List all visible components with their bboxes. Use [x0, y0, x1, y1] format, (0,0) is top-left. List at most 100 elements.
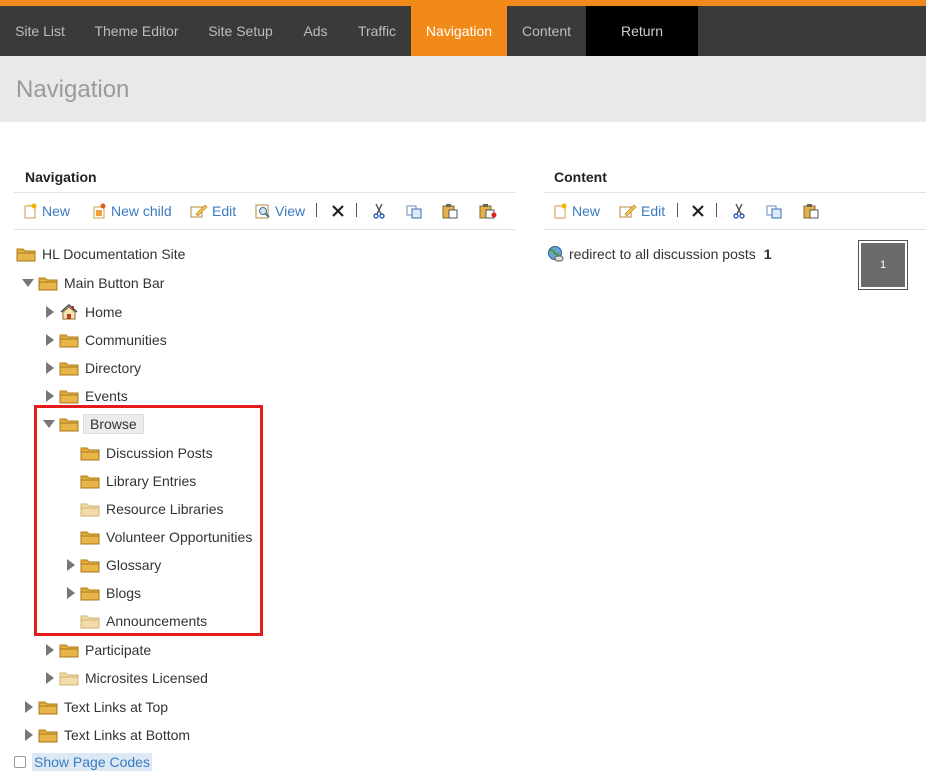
folder-icon: [38, 699, 58, 715]
new-child-button[interactable]: New child: [91, 200, 172, 222]
page-thumbnail[interactable]: 1: [858, 240, 908, 290]
tab-site-list[interactable]: Site List: [0, 6, 80, 56]
content-new-button[interactable]: New: [552, 200, 600, 222]
tab-ads[interactable]: Ads: [288, 6, 343, 56]
tree-node-text-links-at-bottom[interactable]: Text Links at Bottom: [38, 724, 190, 746]
expand-arrow-icon-microsites-licensed[interactable]: [44, 671, 56, 685]
delete-icon: [332, 205, 344, 217]
tree-node-events[interactable]: Events: [59, 385, 128, 407]
toolbar-separator: [356, 203, 357, 217]
content-item-count: 1: [763, 246, 772, 262]
expand-arrow-icon-communities[interactable]: [44, 333, 56, 347]
new-icon: [24, 203, 37, 219]
tab-return[interactable]: Return: [586, 6, 698, 56]
new-button-label: New: [42, 203, 71, 219]
show-page-codes-checkbox[interactable]: [14, 756, 26, 768]
paste-button[interactable]: [442, 200, 458, 222]
edit-button[interactable]: Edit: [190, 200, 236, 222]
view-icon: [255, 204, 270, 219]
show-page-codes-toggle[interactable]: Show Page Codes: [14, 752, 152, 772]
new-child-button-label: New child: [111, 203, 172, 219]
tree-node-label[interactable]: Microsites Licensed: [85, 670, 208, 686]
tree-node-microsites-licensed[interactable]: Microsites Licensed: [59, 667, 208, 689]
tree-node-label[interactable]: Communities: [85, 332, 167, 348]
paste-icon: [442, 204, 458, 219]
expand-arrow-icon-directory[interactable]: [44, 361, 56, 375]
content-cut-button[interactable]: [732, 200, 746, 222]
folder-icon: [59, 388, 79, 404]
tree-node-label[interactable]: Participate: [85, 642, 151, 658]
content-item-label: redirect to all discussion posts: [569, 246, 756, 262]
tree-node-label[interactable]: Main Button Bar: [64, 275, 164, 291]
expand-arrow-icon-participate[interactable]: [44, 643, 56, 657]
toolbar-separator: [316, 203, 317, 217]
divider: [14, 192, 515, 193]
content-paste-button[interactable]: [803, 200, 819, 222]
paste-icon: [803, 204, 819, 219]
page-title: Navigation: [16, 76, 130, 103]
divider: [544, 229, 926, 230]
page-header: Navigation: [0, 56, 926, 122]
expand-arrow-icon-text-links-at-bottom[interactable]: [23, 728, 35, 742]
content-item[interactable]: redirect to all discussion posts 1: [547, 244, 772, 264]
content-new-button-label: New: [572, 203, 601, 219]
view-button[interactable]: View: [255, 200, 305, 222]
edit-icon: [190, 204, 208, 218]
content-copy-button[interactable]: [766, 200, 782, 222]
cut-icon: [733, 203, 745, 219]
expand-arrow-icon-events[interactable]: [44, 389, 56, 403]
tree-node-label[interactable]: HL Documentation Site: [42, 246, 185, 262]
tab-content[interactable]: Content: [507, 6, 586, 56]
tree-node-participate[interactable]: Participate: [59, 639, 151, 661]
divider: [544, 192, 926, 193]
tree-node-label[interactable]: Text Links at Top: [64, 699, 168, 715]
show-page-codes-label[interactable]: Show Page Codes: [32, 753, 152, 771]
top-navigation-bar: Site List Theme Editor Site Setup Ads Tr…: [0, 6, 926, 56]
content-edit-button-label: Edit: [641, 203, 666, 219]
tree-node-label[interactable]: Events: [85, 388, 128, 404]
copy-button[interactable]: [406, 200, 422, 222]
expand-arrow-icon-home[interactable]: [44, 305, 56, 319]
home-icon: [59, 304, 79, 320]
tree-node-text-links-at-top[interactable]: Text Links at Top: [38, 696, 168, 718]
content-toolbar: New Edit: [552, 200, 832, 222]
delete-button[interactable]: [331, 200, 345, 222]
toolbar-separator: [716, 203, 717, 217]
tab-site-setup[interactable]: Site Setup: [193, 6, 288, 56]
content-edit-button[interactable]: Edit: [619, 200, 665, 222]
tree-node-directory[interactable]: Directory: [59, 357, 141, 379]
folder-icon: [59, 332, 79, 348]
paste-child-icon: [479, 204, 497, 219]
expand-arrow-icon-text-links-at-top[interactable]: [23, 700, 35, 714]
new-child-icon: [93, 203, 106, 219]
tab-navigation[interactable]: Navigation: [411, 6, 507, 56]
delete-icon: [692, 205, 704, 217]
view-button-label: View: [275, 203, 306, 219]
link-globe-icon: [548, 246, 564, 262]
tree-node-label[interactable]: Directory: [85, 360, 141, 376]
folder-icon: [59, 642, 79, 658]
tree-node-label[interactable]: Text Links at Bottom: [64, 727, 190, 743]
tree-node-communities[interactable]: Communities: [59, 329, 167, 351]
tab-traffic[interactable]: Traffic: [343, 6, 411, 56]
folder-icon: [59, 670, 79, 686]
copy-icon: [766, 205, 782, 219]
navigation-panel-title: Navigation: [25, 169, 97, 185]
highlight-box: [34, 405, 263, 636]
page-thumbnail-label: 1: [861, 243, 905, 287]
tab-theme-editor[interactable]: Theme Editor: [80, 6, 193, 56]
cut-icon: [373, 203, 385, 219]
new-button[interactable]: New: [22, 200, 70, 222]
new-icon: [554, 203, 567, 219]
collapse-arrow-icon-main-button-bar[interactable]: [21, 276, 34, 290]
paste-child-button[interactable]: [479, 200, 497, 222]
tree-node-home[interactable]: Home: [59, 301, 122, 323]
divider: [14, 229, 515, 230]
content-delete-button[interactable]: [691, 200, 705, 222]
tree-node-hl-documentation-site[interactable]: HL Documentation Site: [16, 243, 185, 265]
tree-node-label[interactable]: Home: [85, 304, 122, 320]
folder-icon: [59, 360, 79, 376]
tree-node-main-button-bar[interactable]: Main Button Bar: [38, 272, 164, 294]
cut-button[interactable]: [372, 200, 386, 222]
copy-icon: [406, 205, 422, 219]
